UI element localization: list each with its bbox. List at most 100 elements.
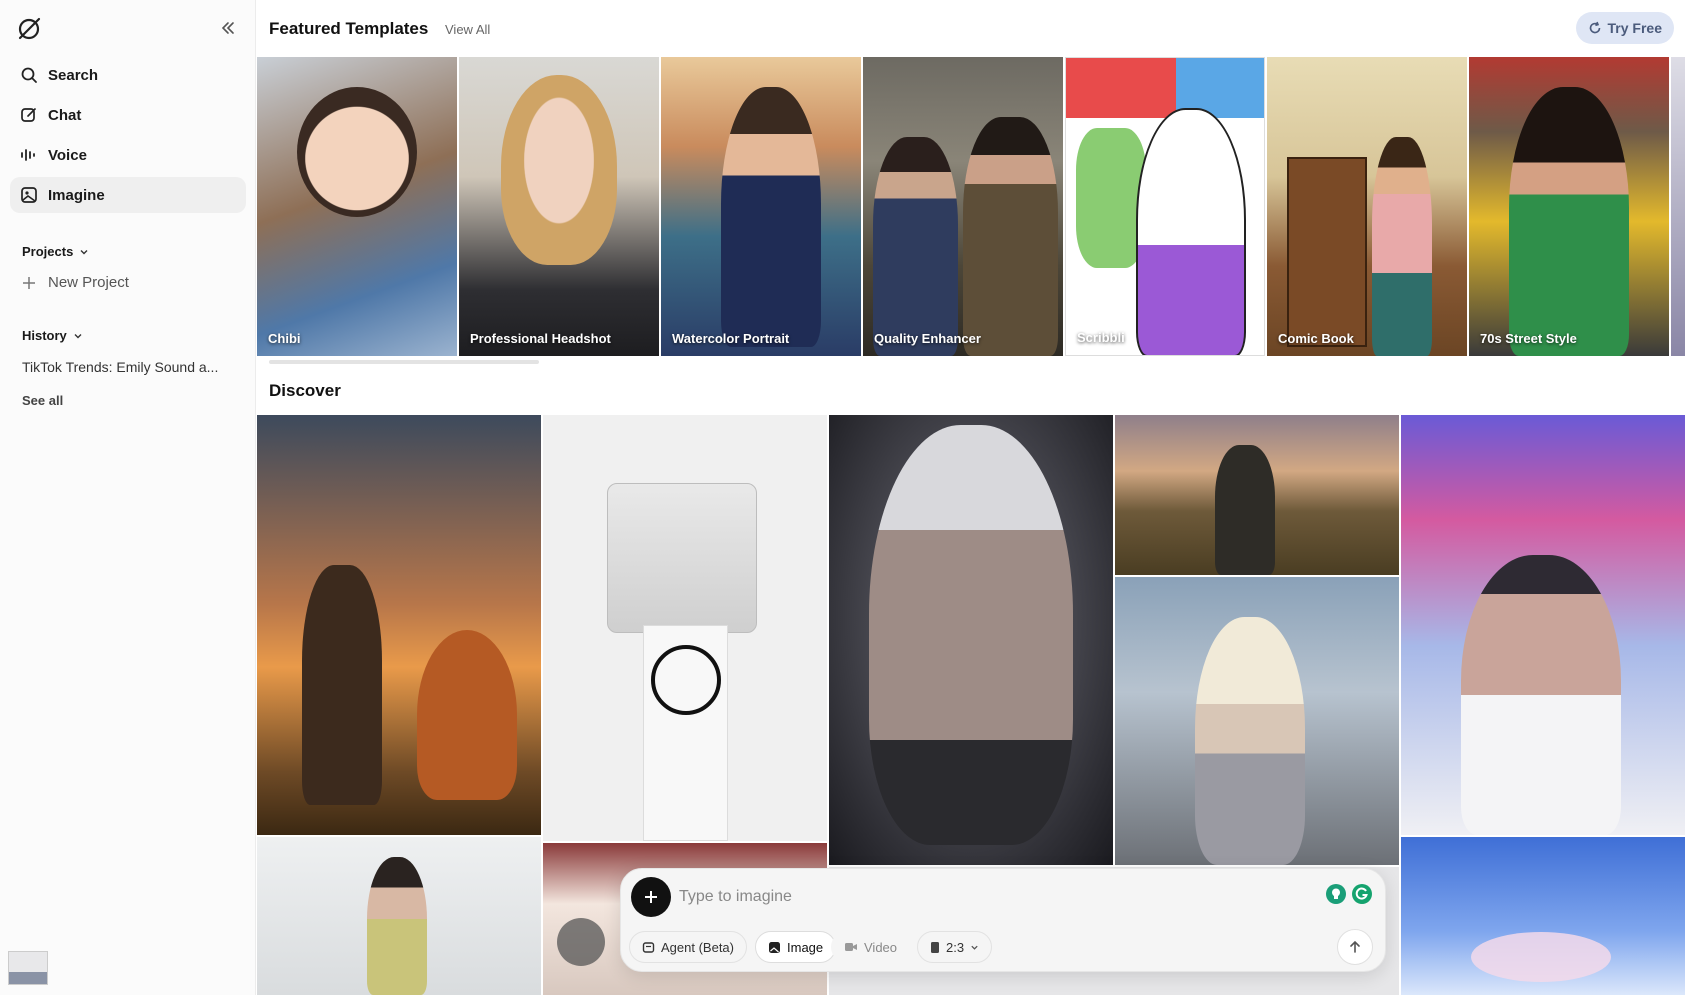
discover-title: Discover <box>269 381 341 400</box>
sidebar-item-label: Chat <box>48 106 82 124</box>
see-all-link[interactable]: See all <box>22 393 63 408</box>
template-card-headshot[interactable]: Professional Headshot <box>459 57 659 356</box>
chevron-down-icon <box>971 945 978 950</box>
agent-label: Agent (Beta) <box>661 939 734 955</box>
avatar[interactable] <box>8 951 48 985</box>
arrow-up-icon <box>1350 940 1360 953</box>
sidebar-item-label: Imagine <box>48 186 105 204</box>
template-thumbnail <box>1509 87 1629 356</box>
sidebar-item-imagine[interactable]: Imagine <box>10 177 246 213</box>
voice-waveform-icon <box>20 146 38 164</box>
main-content: Featured Templates View All Try Free Chi… <box>257 0 1685 995</box>
agent-beta-toggle[interactable]: Agent (Beta) <box>629 931 747 963</box>
template-label: Chibi <box>268 331 301 346</box>
sidebar-item-label: Voice <box>48 146 87 164</box>
discover-image-boy-fox[interactable] <box>257 415 541 835</box>
image-shape <box>557 918 605 966</box>
image-cloud <box>1471 932 1611 982</box>
image-figure-man <box>1461 555 1621 835</box>
template-thumbnail <box>873 137 958 356</box>
image-label: Image <box>787 939 824 955</box>
image-mode-tab[interactable]: Image <box>755 931 837 963</box>
try-free-button[interactable]: Try Free <box>1575 12 1674 44</box>
discover-image-sky[interactable] <box>1401 837 1685 995</box>
prompt-composer: Agent (Beta) Image Video 2:3 <box>620 868 1386 972</box>
prompt-input[interactable] <box>679 882 1239 912</box>
discover-image-cyborg[interactable] <box>829 415 1113 865</box>
sidebar-item-search[interactable]: Search <box>10 57 246 93</box>
history-item[interactable]: TikTok Trends: Emily Sound a... <box>22 359 232 375</box>
image-figure-cellist <box>1195 617 1305 865</box>
image-smiley-face <box>651 645 721 715</box>
view-all-link[interactable]: View All <box>445 22 490 37</box>
agent-icon <box>642 941 655 953</box>
history-label: History <box>22 328 67 343</box>
template-thumbnail <box>297 87 417 217</box>
image-printer-body <box>607 483 757 633</box>
image-figure-fox <box>417 630 517 800</box>
featured-templates-title: Featured Templates <box>269 19 429 38</box>
chevron-down-icon <box>74 333 82 338</box>
aspect-ratio-icon <box>931 941 939 953</box>
sidebar-item-chat[interactable]: Chat <box>10 97 246 133</box>
template-thumbnail <box>501 75 617 265</box>
search-icon <box>20 66 38 84</box>
image-figure-cyborg <box>869 425 1073 845</box>
plus-icon <box>645 891 657 903</box>
logo-icon[interactable] <box>16 16 42 42</box>
try-free-label: Try Free <box>1607 20 1662 36</box>
template-card-chibi[interactable]: Chibi <box>257 57 457 356</box>
templates-carousel: Chibi Professional Headshot Watercolor P… <box>257 57 1685 356</box>
template-label: 70s Street Style <box>1480 331 1577 346</box>
submit-button[interactable] <box>1337 929 1373 965</box>
new-project-label: New Project <box>48 274 129 291</box>
template-card-partial[interactable] <box>1671 57 1685 356</box>
video-label: Video <box>864 939 898 955</box>
image-icon <box>20 186 38 204</box>
template-card-watercolor[interactable]: Watercolor Portrait <box>661 57 861 356</box>
template-thumbnail-cabinet <box>1287 157 1367 347</box>
lightbulb-icon[interactable] <box>1325 883 1347 905</box>
sidebar: Search Chat Voice Imagine Projects New P… <box>0 0 256 995</box>
collapse-sidebar-icon[interactable] <box>218 18 238 38</box>
sidebar-item-label: Search <box>48 66 99 84</box>
template-thumbnail-figure <box>963 117 1058 356</box>
discover-image-cellist[interactable] <box>1115 577 1399 865</box>
history-section-toggle[interactable]: History <box>22 328 83 343</box>
discover-image-woman-portrait[interactable] <box>257 837 541 995</box>
template-card-comic-book[interactable]: Comic Book <box>1267 57 1467 356</box>
plus-icon <box>23 276 35 289</box>
video-mode-tab[interactable]: Video <box>831 931 911 963</box>
image-figure-boy <box>302 565 382 805</box>
template-thumbnail <box>1136 108 1246 355</box>
aspect-ratio-select[interactable]: 2:3 <box>917 931 993 963</box>
template-thumbnail <box>721 87 821 347</box>
template-label: Professional Headshot <box>470 331 611 346</box>
video-camera-icon <box>845 943 857 951</box>
image-icon <box>769 941 780 953</box>
template-label: Comic Book <box>1278 331 1354 346</box>
refresh-icon <box>1589 21 1600 34</box>
discover-image-printer[interactable] <box>543 415 827 841</box>
template-thumbnail-bg <box>1066 58 1264 118</box>
templates-scrollbar[interactable] <box>269 360 539 364</box>
discover-image-concert[interactable] <box>1401 415 1685 835</box>
template-thumbnail <box>1372 137 1432 356</box>
grammarly-icon[interactable] <box>1351 883 1373 905</box>
template-label: Quality Enhancer <box>874 331 981 346</box>
template-card-70s-street-style[interactable]: 70s Street Style <box>1469 57 1669 356</box>
template-label: Watercolor Portrait <box>672 331 790 346</box>
chevron-down-icon <box>80 249 88 254</box>
image-figure-cowboy <box>1215 445 1275 575</box>
app-window: Search Chat Voice Imagine Projects New P… <box>0 0 1685 995</box>
new-project-button[interactable]: New Project <box>22 274 129 291</box>
chat-edit-icon <box>20 106 38 124</box>
add-attachment-button[interactable] <box>631 877 671 917</box>
projects-label: Projects <box>22 244 74 259</box>
projects-section-toggle[interactable]: Projects <box>22 244 89 259</box>
sidebar-item-voice[interactable]: Voice <box>10 137 246 173</box>
template-card-quality-enhancer[interactable]: Quality Enhancer <box>863 57 1063 356</box>
template-card-scribbli[interactable]: Scribbli <box>1065 57 1265 356</box>
discover-image-cowboy[interactable] <box>1115 415 1399 575</box>
extension-icons <box>1325 883 1373 905</box>
